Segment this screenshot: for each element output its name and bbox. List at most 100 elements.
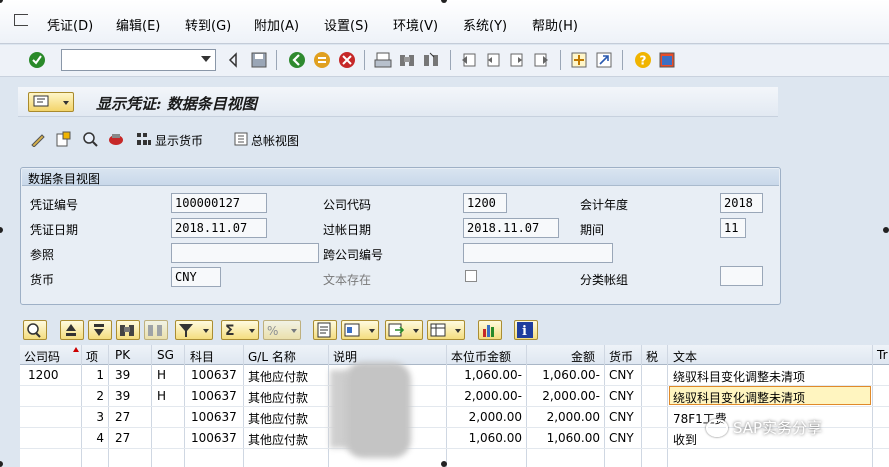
edit-pencil-icon[interactable] bbox=[30, 131, 46, 147]
menu-help[interactable]: 帮助(H) bbox=[532, 15, 578, 34]
export-button[interactable] bbox=[385, 320, 423, 340]
print-icon[interactable] bbox=[374, 51, 392, 69]
svg-text:%: % bbox=[267, 324, 278, 338]
display-currency-button[interactable]: 显示货币 bbox=[155, 132, 203, 149]
row1-sg: H bbox=[157, 368, 167, 382]
ledger-group-field[interactable] bbox=[720, 266, 763, 286]
row-divider bbox=[20, 406, 889, 407]
menu-extras[interactable]: 附加(A) bbox=[254, 15, 299, 34]
row3-account[interactable]: 100637 bbox=[191, 410, 237, 424]
layout-button[interactable] bbox=[427, 320, 465, 340]
period-field[interactable]: 11 bbox=[720, 218, 746, 238]
save-icon[interactable] bbox=[250, 51, 268, 69]
col-gl-name[interactable]: G/L 名称 bbox=[248, 348, 296, 365]
selection-handle bbox=[0, 227, 3, 233]
layout-menu-icon[interactable] bbox=[658, 51, 676, 69]
next-page-icon[interactable] bbox=[508, 51, 526, 69]
menu-environment[interactable]: 环境(V) bbox=[393, 15, 438, 34]
menu-system[interactable]: 系统(Y) bbox=[463, 15, 507, 34]
back-icon[interactable] bbox=[288, 51, 306, 69]
menu-edit[interactable]: 编辑(E) bbox=[116, 15, 160, 34]
sort-descending-button[interactable] bbox=[88, 320, 112, 340]
window-menu-icon[interactable] bbox=[14, 14, 28, 26]
filter-button[interactable] bbox=[175, 320, 213, 340]
chevron-down-icon bbox=[455, 329, 461, 333]
views-button[interactable] bbox=[341, 320, 379, 340]
col-company-code[interactable]: 公司码 bbox=[24, 348, 60, 365]
row3-amount: 2,000.00 bbox=[546, 410, 600, 424]
col-transaction[interactable]: Tr bbox=[877, 348, 888, 362]
display-magnifier-icon[interactable] bbox=[82, 131, 98, 147]
help-icon[interactable]: ? bbox=[634, 51, 652, 69]
info-button[interactable]: i bbox=[514, 320, 538, 340]
col-description[interactable]: 说明 bbox=[333, 348, 357, 365]
graphic-button[interactable] bbox=[478, 320, 502, 340]
command-field[interactable] bbox=[61, 49, 216, 71]
ledger-group-label: 分类帐组 bbox=[580, 273, 629, 287]
col-tax[interactable]: 税 bbox=[646, 348, 658, 365]
wechat-logo-icon bbox=[706, 419, 728, 437]
menu-settings[interactable]: 设置(S) bbox=[324, 15, 368, 34]
doc-no-field[interactable]: 100000127 bbox=[171, 193, 267, 213]
row2-pk: 39 bbox=[115, 389, 131, 403]
doc-date-field[interactable]: 2018.11.07 bbox=[171, 218, 267, 238]
currency-field[interactable]: CNY bbox=[171, 267, 221, 287]
subtotal-button[interactable]: % bbox=[263, 320, 301, 340]
col-item[interactable]: 项 bbox=[86, 348, 98, 365]
company-code-field[interactable]: 1200 bbox=[463, 193, 507, 213]
col-text[interactable]: 文本 bbox=[673, 348, 697, 365]
chevron-down-icon bbox=[63, 101, 69, 105]
previous-page-icon[interactable] bbox=[484, 51, 502, 69]
cancel-icon[interactable] bbox=[338, 51, 356, 69]
toolbar-separator bbox=[450, 50, 451, 70]
reference-field[interactable] bbox=[171, 243, 319, 263]
toolbar-separator bbox=[560, 50, 561, 70]
col-local-amount[interactable]: 本位币金额 bbox=[451, 348, 511, 365]
find-next-button[interactable] bbox=[144, 320, 168, 340]
exit-icon[interactable] bbox=[313, 51, 331, 69]
new-session-icon[interactable] bbox=[570, 51, 588, 69]
col-currency[interactable]: 货币 bbox=[609, 348, 633, 365]
fiscal-year-field[interactable]: 2018 bbox=[720, 193, 763, 213]
menu-document[interactable]: 凭证(D) bbox=[47, 15, 93, 34]
find-next-icon[interactable] bbox=[422, 51, 440, 69]
enter-check-icon[interactable] bbox=[28, 51, 46, 69]
row2-sg: H bbox=[157, 389, 167, 403]
first-page-icon[interactable] bbox=[460, 51, 478, 69]
row1-gl-name: 其他应付款 bbox=[248, 370, 309, 384]
print-preview-button[interactable] bbox=[313, 320, 337, 340]
posting-date-field[interactable]: 2018.11.07 bbox=[463, 218, 559, 238]
find-button[interactable] bbox=[116, 320, 140, 340]
display-currency-icon[interactable] bbox=[136, 131, 152, 147]
gl-view-icon[interactable] bbox=[233, 131, 249, 147]
col-amount[interactable]: 金额 bbox=[571, 348, 595, 365]
last-page-icon[interactable] bbox=[532, 51, 550, 69]
details-button[interactable] bbox=[23, 320, 47, 340]
row4-account[interactable]: 100637 bbox=[191, 431, 237, 445]
cross-cc-field[interactable] bbox=[463, 243, 613, 263]
total-button[interactable]: Σ bbox=[221, 320, 259, 340]
sort-ascending-button[interactable] bbox=[60, 320, 84, 340]
row4-gl-name: 其他应付款 bbox=[248, 433, 309, 447]
row1-amount: 1,060.00- bbox=[542, 368, 600, 382]
bar-chart-icon bbox=[483, 325, 494, 337]
shortcut-icon[interactable] bbox=[595, 51, 613, 69]
row1-account[interactable]: 100637 bbox=[191, 368, 237, 382]
chevron-down-icon[interactable] bbox=[201, 56, 211, 62]
row2-account[interactable]: 100637 bbox=[191, 389, 237, 403]
back-arrow-icon[interactable] bbox=[228, 52, 238, 68]
menu-goto[interactable]: 转到(G) bbox=[185, 15, 231, 34]
row4-item: 4 bbox=[96, 431, 104, 445]
row4-local-amount: 1,060.00 bbox=[468, 431, 522, 445]
sort-indicator-icon bbox=[73, 347, 79, 352]
gl-view-button[interactable]: 总帐视图 bbox=[251, 132, 299, 149]
row2-amount: 2,000.00- bbox=[542, 389, 600, 403]
col-posting-key[interactable]: PK bbox=[115, 348, 130, 362]
cross-cc-label: 跨公司编号 bbox=[323, 248, 384, 262]
row1-currency: CNY bbox=[609, 368, 634, 382]
col-account[interactable]: 科目 bbox=[190, 348, 214, 365]
find-icon[interactable] bbox=[398, 51, 416, 69]
col-special-gl[interactable]: SG bbox=[157, 348, 174, 362]
other-document-icon[interactable] bbox=[55, 131, 71, 147]
fast-display-icon[interactable] bbox=[108, 131, 124, 147]
